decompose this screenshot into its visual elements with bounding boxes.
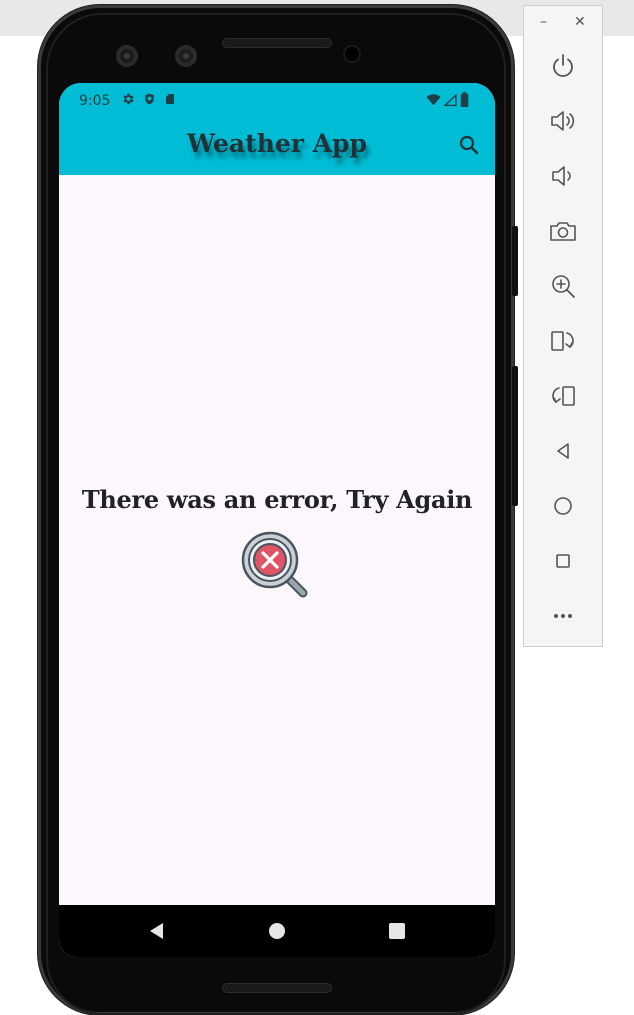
status-time: 9:05 xyxy=(79,93,111,109)
close-button[interactable]: ✕ xyxy=(574,14,586,30)
volume-up-icon[interactable] xyxy=(547,105,579,137)
phone-volume-button xyxy=(512,366,518,506)
home-icon[interactable] xyxy=(265,919,289,943)
back-icon[interactable] xyxy=(145,919,169,943)
signal-icon xyxy=(444,93,457,106)
search-icon[interactable] xyxy=(457,133,481,157)
app-title: Weather App xyxy=(186,129,367,158)
battery-icon xyxy=(460,92,469,107)
wifi-icon xyxy=(426,93,441,105)
home-icon[interactable] xyxy=(547,490,579,522)
volume-down-icon[interactable] xyxy=(547,160,579,192)
camera-icon[interactable] xyxy=(547,215,579,247)
settings-icon xyxy=(123,93,134,105)
shield-icon xyxy=(145,93,154,105)
magnifier-error-icon xyxy=(241,531,308,598)
proximity-sensor xyxy=(345,47,359,61)
navigation-bar xyxy=(59,905,495,957)
emulator-window-controls: – ✕ xyxy=(524,14,602,34)
more-icon[interactable] xyxy=(547,600,579,632)
rotate-left-icon[interactable] xyxy=(547,325,579,357)
zoom-icon[interactable] xyxy=(547,270,579,302)
power-icon[interactable] xyxy=(547,50,579,82)
status-bar: 9:05 xyxy=(59,83,495,119)
phone-power-button xyxy=(512,226,518,296)
phone-frame: 9:05 Weather App There was an error, Try… xyxy=(38,5,514,1015)
status-icons-right xyxy=(426,92,469,107)
back-icon[interactable] xyxy=(547,435,579,467)
emulator-toolbar: – ✕ xyxy=(523,5,603,647)
earpiece-speaker xyxy=(222,38,332,48)
bottom-speaker xyxy=(222,983,332,993)
front-camera-left xyxy=(116,45,138,67)
front-camera-right xyxy=(175,45,197,67)
app-bar: Weather App xyxy=(59,119,495,175)
status-icons-left xyxy=(121,92,176,106)
recents-icon[interactable] xyxy=(385,919,409,943)
main-content: There was an error, Try Again xyxy=(59,175,495,905)
minimize-button[interactable]: – xyxy=(540,14,547,30)
rotate-right-icon[interactable] xyxy=(547,380,579,412)
overview-icon[interactable] xyxy=(547,545,579,577)
error-message: There was an error, Try Again xyxy=(81,485,473,514)
phone-screen: 9:05 Weather App There was an error, Try… xyxy=(59,83,495,957)
sd-card-icon xyxy=(166,94,174,104)
